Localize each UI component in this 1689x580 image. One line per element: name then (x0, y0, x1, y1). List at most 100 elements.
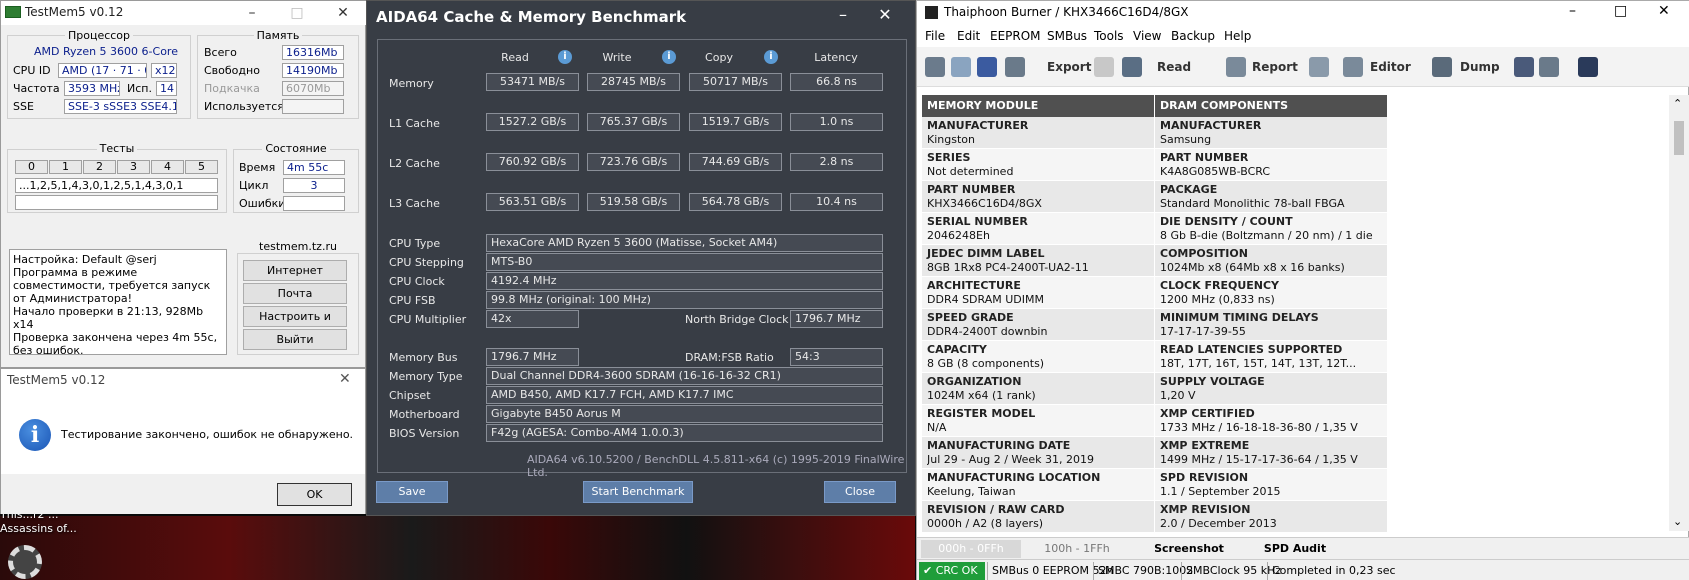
desktop-gear-icon[interactable] (8, 545, 42, 579)
dialog-close-icon[interactable]: ✕ (339, 371, 351, 387)
menu-file[interactable]: File (925, 29, 945, 43)
read-label[interactable]: Read (1157, 60, 1191, 74)
spd-field: SPD REVISION 1.1 / September 2015 (1155, 469, 1387, 501)
chart-icon[interactable] (1578, 57, 1598, 77)
close-icon[interactable]: ✕ (875, 5, 895, 24)
aida-footer-copyright: AIDA64 v6.10.5200 / BenchDLL 4.5.811-x64… (527, 453, 905, 479)
chipset-label: Chipset (389, 389, 431, 402)
spd-field-key: PACKAGE (1160, 183, 1218, 196)
cpu-multiplier-label: CPU Multiplier (389, 313, 467, 326)
spd-field: REGISTER MODEL N/A (922, 405, 1154, 437)
spd-field-value: 1,20 V (1160, 389, 1196, 402)
read-info-icon[interactable]: i (558, 50, 572, 64)
menu-smbus[interactable]: SMBus (1047, 29, 1087, 43)
report-icon[interactable] (1226, 57, 1246, 77)
dump-label[interactable]: Dump (1460, 60, 1500, 74)
configure-exit-button[interactable]: Настроить и выйти (243, 306, 347, 342)
wrench-icon[interactable] (1309, 57, 1329, 77)
mail-button[interactable]: Почта (243, 283, 347, 304)
spd-field-value: KHX3466C16D4/8GX (927, 197, 1042, 210)
read-icon[interactable] (1122, 57, 1142, 77)
write-info-icon[interactable]: i (662, 50, 676, 64)
cpu-fsb-label: CPU FSB (389, 294, 436, 307)
spd-field-value: 1.1 / September 2015 (1160, 485, 1281, 498)
spd-field: SPEED GRADE DDR4-2400T downbin (922, 309, 1154, 341)
close-icon[interactable]: ✕ (329, 3, 357, 23)
spd-field: CAPACITY 8 GB (8 components) (922, 341, 1154, 373)
open-icon[interactable] (951, 57, 971, 77)
spd-field-key: MANUFACTURING DATE (927, 439, 1071, 452)
minimize-icon[interactable]: – (238, 3, 266, 23)
completion-status: Completed in 0,23 sec (1267, 562, 1467, 580)
copy-info-icon[interactable]: i (764, 50, 778, 64)
spd-field: MANUFACTURING LOCATION Keelung, Taiwan (922, 469, 1154, 501)
document-icon[interactable] (1539, 57, 1559, 77)
menu-view[interactable]: View (1133, 29, 1161, 43)
menu-tools[interactable]: Tools (1094, 29, 1124, 43)
dram-ratio-value: 54:3 (790, 348, 883, 366)
memory-group-title: Память (197, 29, 359, 42)
save-icon[interactable] (977, 57, 997, 77)
export-icon[interactable] (1005, 57, 1025, 77)
tab-screenshot[interactable]: Screenshot (1139, 540, 1239, 558)
mem-type-label: Memory Type (389, 370, 463, 383)
minimize-icon[interactable]: – (833, 5, 853, 24)
report-label[interactable]: Report (1252, 60, 1298, 74)
spd-field: PART NUMBER K4A8G085WB-BCRC (1155, 149, 1387, 181)
close-icon[interactable]: ✕ (1658, 3, 1670, 19)
menu-edit[interactable]: Edit (957, 29, 980, 43)
log-textarea[interactable]: Настройка: Default @serj Программа в реж… (9, 249, 227, 357)
test-cell: 3 (117, 160, 150, 174)
swap-field: 6070Mb (282, 81, 344, 96)
spd-field: SERIAL NUMBER 2046248Eh (922, 213, 1154, 245)
dump-icon[interactable] (1432, 57, 1452, 77)
close-button[interactable]: Close (824, 481, 896, 503)
spd-field: DIE DENSITY / COUNT 8 Gb B-die (Boltzmann… (1155, 213, 1387, 245)
settings-icon[interactable] (925, 57, 945, 77)
dialog-footer: OK (1, 474, 365, 514)
internet-button[interactable]: Интернет (243, 260, 347, 281)
exit-button[interactable]: Выйти (243, 329, 347, 350)
spd-field-key: SERIAL NUMBER (927, 215, 1028, 228)
menu-eeprom[interactable]: EEPROM (990, 29, 1041, 43)
spd-field-value: 8 Gb B-die (Boltzmann / 20 nm) / 1 die (1160, 229, 1373, 242)
thaiphoon-titlebar[interactable]: Thaiphoon Burner / KHX3466C16D4/8GX – □ … (917, 1, 1689, 25)
spd-field-value: 2.0 / December 2013 (1160, 517, 1277, 530)
ok-button[interactable]: OK (277, 483, 352, 506)
cpu-clock-value: 4192.4 MHz (486, 272, 883, 290)
vertical-scrollbar[interactable]: ⌃ ⌄ (1669, 95, 1689, 531)
menu-help[interactable]: Help (1224, 29, 1251, 43)
lock-icon[interactable] (1094, 57, 1114, 77)
tab-range-100[interactable]: 100h - 1FFh (1027, 540, 1127, 558)
time-label: Время (239, 161, 276, 174)
scroll-thumb[interactable] (1674, 121, 1684, 155)
total-mem-label: Всего (204, 46, 237, 59)
tab-spd-audit[interactable]: SPD Audit (1245, 540, 1345, 558)
cpu-type-label: CPU Type (389, 237, 441, 250)
scroll-up-icon[interactable]: ⌃ (1673, 97, 1682, 110)
minimize-icon[interactable]: – (1569, 3, 1576, 19)
spd-field-value: 17-17-17-39-55 (1160, 325, 1246, 338)
menu-backup[interactable]: Backup (1171, 29, 1215, 43)
spd-field: XMP EXTREME 1499 MHz / 15-17-17-36-64 / 1… (1155, 437, 1387, 469)
search-icon[interactable] (1514, 57, 1534, 77)
tab-range-000[interactable]: 000h - 0FFh (921, 540, 1021, 558)
nb-clock-label: North Bridge Clock (685, 313, 789, 326)
maximize-icon[interactable]: □ (1614, 3, 1627, 19)
spd-field-key: COMPOSITION (1160, 247, 1248, 260)
editor-icon[interactable] (1343, 57, 1363, 77)
start-benchmark-button[interactable]: Start Benchmark (583, 481, 693, 503)
testmem-titlebar[interactable]: TestMem5 v0.12 – □ ✕ (1, 1, 367, 25)
frequency-label: Частота (13, 82, 60, 95)
spd-field-key: XMP CERTIFIED (1160, 407, 1255, 420)
spd-field-key: SPD REVISION (1160, 471, 1249, 484)
free-mem-field: 14190Mb (282, 63, 344, 78)
swap-label: Подкачка (204, 82, 260, 95)
export-label[interactable]: Export (1047, 60, 1091, 74)
scroll-down-icon[interactable]: ⌄ (1673, 515, 1682, 528)
crc-status: ✔ CRC OK (919, 562, 985, 580)
save-button[interactable]: Save (376, 481, 448, 503)
spd-field: COMPOSITION 1024Mb x8 (64Mb x8 x 16 banks… (1155, 245, 1387, 277)
l2-copy-value: 744.69 GB/s (689, 153, 782, 171)
editor-label[interactable]: Editor (1370, 60, 1411, 74)
